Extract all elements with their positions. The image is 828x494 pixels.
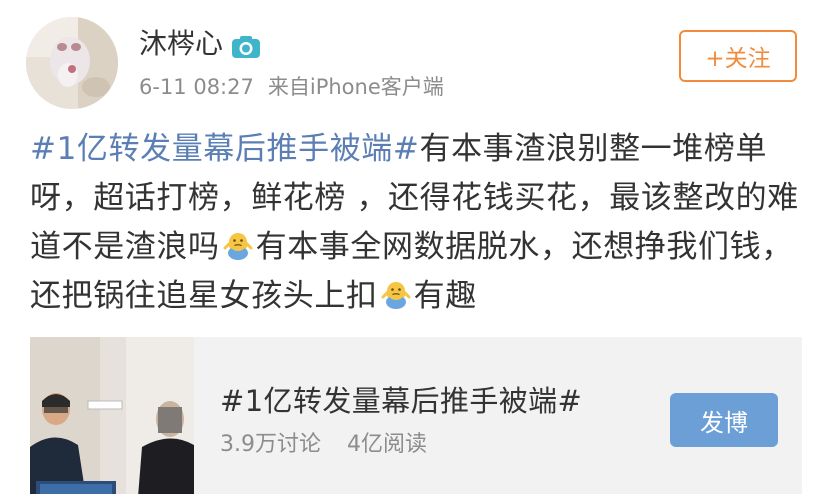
weibo-post: 沐梣心 6-11 08:27 来自iPhone客户端 +关注 #1亿转发量幕后推手… bbox=[0, 0, 828, 494]
post-text: #1亿转发量幕后推手被端#有本事渣浪别整一堆榜单呀，超话打榜，鲜花榜 ，还得花钱… bbox=[30, 125, 800, 321]
follow-button[interactable]: +关注 bbox=[679, 30, 797, 82]
hashtag-link[interactable]: #1亿转发量幕后推手被端# bbox=[30, 131, 419, 167]
camera-badge-icon bbox=[231, 32, 261, 58]
username-text[interactable]: 沐梣心 bbox=[139, 26, 223, 62]
shrug-face-icon bbox=[222, 228, 254, 260]
avatar[interactable] bbox=[26, 17, 118, 109]
post-text-part3: 有趣 bbox=[413, 278, 477, 314]
username[interactable]: 沐梣心 bbox=[139, 26, 261, 62]
topic-stats: 3.9万讨论 4亿阅读 bbox=[220, 430, 427, 460]
discussion-count: 3.9万讨论 bbox=[220, 432, 321, 457]
topic-title[interactable]: #1亿转发量幕后推手被端# bbox=[220, 383, 582, 419]
source-label: 来自iPhone客户端 bbox=[267, 75, 444, 99]
post-button[interactable]: 发博 bbox=[670, 393, 778, 447]
shrug-face-icon bbox=[380, 277, 412, 309]
topic-card[interactable]: #1亿转发量幕后推手被端# 3.9万讨论 4亿阅读 发博 bbox=[30, 337, 802, 494]
timestamp: 6-11 08:27 bbox=[139, 75, 254, 99]
topic-thumbnail[interactable] bbox=[30, 337, 194, 494]
read-count: 4亿阅读 bbox=[347, 432, 427, 457]
avatar-image bbox=[26, 17, 118, 109]
post-meta: 6-11 08:27 来自iPhone客户端 bbox=[139, 73, 444, 101]
